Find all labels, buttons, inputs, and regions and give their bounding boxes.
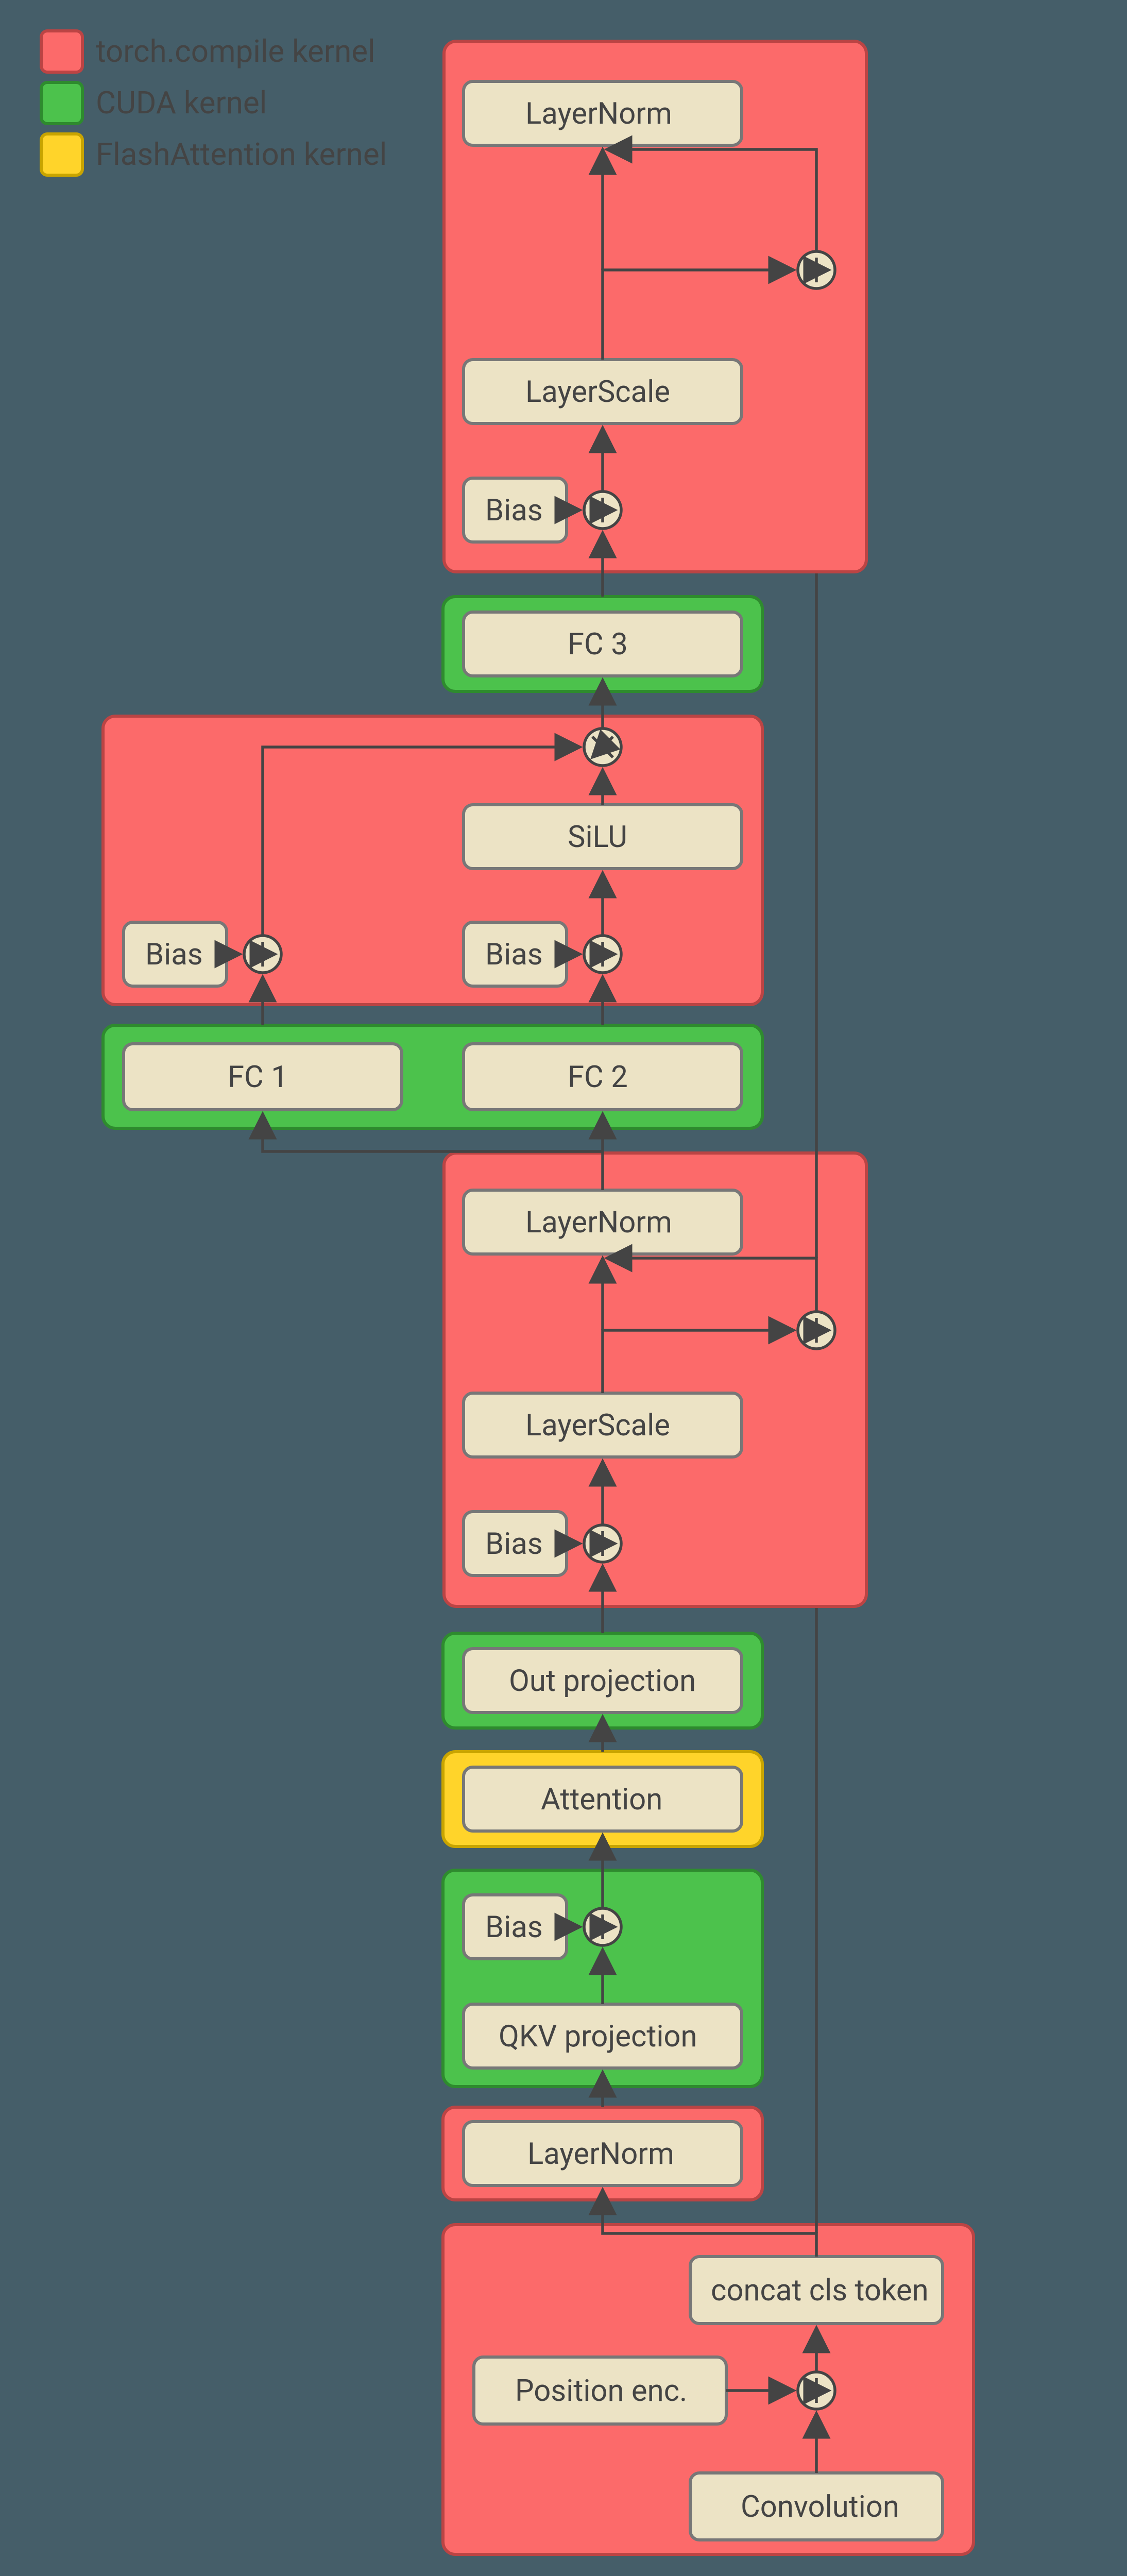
legend-torch: torch.compile kernel [96,33,375,70]
add-icon [798,251,835,289]
label-convolution: Convolution [741,2489,899,2524]
label-silu: SiLU [568,820,627,855]
label-bias-fc1: Bias [145,937,203,972]
label-bias-qkv: Bias [485,1910,543,1945]
label-layernorm-top: LayerNorm [525,96,672,131]
label-bias-fc2: Bias [485,937,543,972]
label-bias-top: Bias [485,493,543,528]
legend-flash: FlashAttention kernel [96,136,387,173]
multiply-icon [584,728,621,766]
label-fc3: FC 3 [568,627,628,662]
add-icon [584,1908,621,1945]
label-bias-mid: Bias [485,1527,543,1562]
add-icon [584,1525,621,1562]
label-posenc: Position enc. [515,2374,687,2409]
add-icon [584,936,621,973]
label-fc2: FC 2 [568,1060,628,1095]
add-icon [244,936,281,973]
add-icon [798,1312,835,1349]
legend-cuda: CUDA kernel [96,84,267,121]
label-qkv: QKV projection [499,2019,697,2054]
label-layerscale-mid: LayerScale [525,1408,670,1443]
add-icon [798,2372,835,2409]
legend: torch.compile kernel CUDA kernel FlashAt… [41,31,387,175]
label-layernorm-mid: LayerNorm [525,1205,672,1240]
add-icon [584,492,621,529]
label-attention: Attention [541,1782,662,1817]
label-layernorm-bot: LayerNorm [527,2137,674,2172]
label-layerscale-top: LayerScale [525,375,670,410]
label-fc1: FC 1 [228,1060,288,1095]
label-concat: concat cls token [711,2273,929,2308]
label-outproj: Out projection [509,1664,696,1699]
